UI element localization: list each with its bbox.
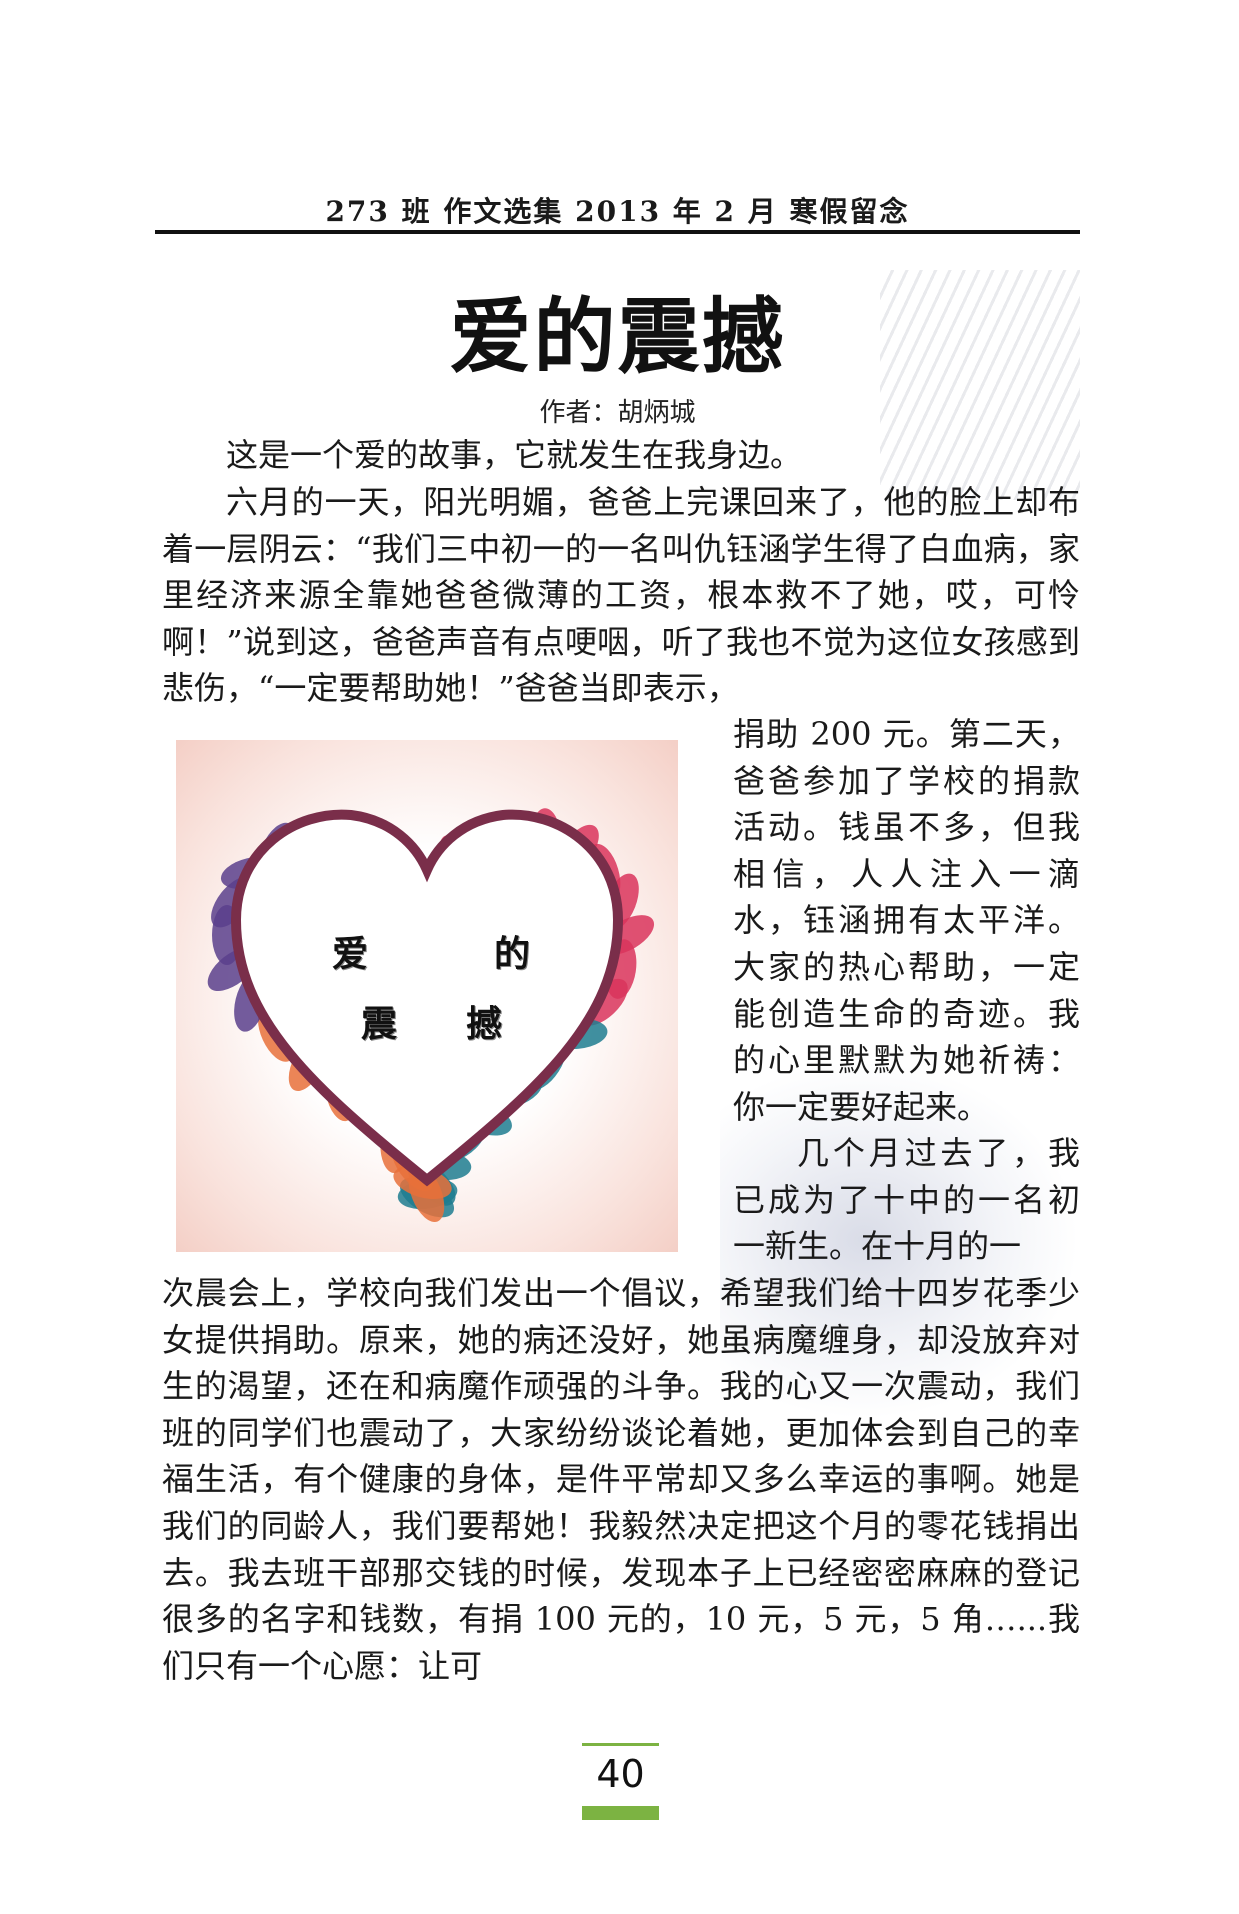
heart-illustration: 爱 的 震 撼 bbox=[176, 740, 678, 1252]
page-number: 40 bbox=[596, 1752, 645, 1796]
heart-wreath-image bbox=[207, 808, 655, 1222]
heart-char-2: 的 bbox=[494, 934, 531, 975]
paragraph-3: 捐助 200 元。第二天，爸爸参加了学校的捐款活动。钱虽不多，但我相信，人人注入… bbox=[733, 715, 1080, 1126]
header-rule bbox=[155, 230, 1080, 234]
heart-char-4: 撼 bbox=[466, 1004, 503, 1045]
paragraph-5: 次晨会上，学校向我们发出一个倡议，希望我们给十四岁花季少女提供捐助。原来，她的病… bbox=[162, 1274, 1080, 1685]
page-number-rule-bottom bbox=[582, 1806, 659, 1820]
header-text: 273 班 作文选集 2013 年 2 月 寒假留念 bbox=[325, 195, 910, 228]
paragraph-4: 几个月过去了，我已成为了十中的一名初一新生。在十月的一 bbox=[733, 1134, 1080, 1266]
paragraph-2: 六月的一天，阳光明媚，爸爸上完课回来了，他的脸上却布着一层阴云：“我们三中初一的… bbox=[162, 483, 1080, 708]
article-author: 作者：胡炳城 bbox=[539, 398, 696, 428]
heart-char-3: 震 bbox=[361, 1004, 398, 1045]
paragraph-1: 这是一个爱的故事，它就发生在我身边。 bbox=[226, 436, 803, 474]
heart-shape bbox=[230, 809, 624, 1187]
article-title: 爱的震撼 bbox=[449, 290, 786, 385]
page-number-rule-top bbox=[582, 1743, 659, 1746]
heart-char-1: 爱 bbox=[332, 934, 369, 975]
